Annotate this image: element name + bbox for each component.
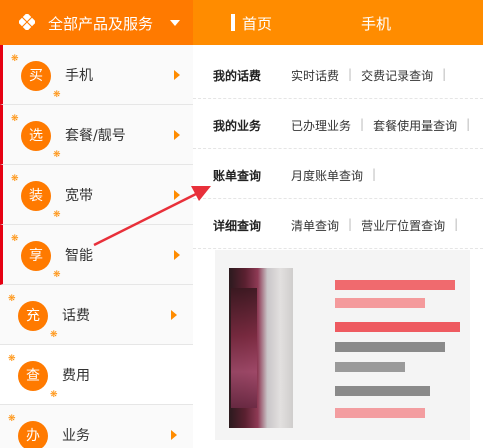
blurred-text-line (335, 362, 405, 372)
link-store-location[interactable]: 营业厅位置查询 (361, 217, 445, 234)
link-call-list[interactable]: 清单查询 (291, 217, 339, 234)
flower-decoration-icon: ❋ (11, 174, 19, 184)
row-title[interactable]: 账单查询 (213, 167, 261, 184)
sidebar-item-plans[interactable]: ❋ ❋ 选 套餐/靓号 (0, 105, 193, 165)
row-links: 已办理业务 | 套餐使用量查询 | (291, 117, 479, 134)
blurred-text-line (335, 386, 430, 396)
nav-divider (231, 14, 235, 31)
row-links: 实时话费 | 交费记录查询 | (291, 67, 455, 84)
link-separator: | (372, 167, 377, 181)
sidebar-item-label: 智能 (65, 248, 93, 264)
sidebar-item-label: 宽带 (65, 188, 93, 204)
sidebar-item-label: 业务 (62, 428, 90, 444)
row-title[interactable]: 我的话费 (213, 67, 261, 84)
flower-decoration-icon: ❋ (11, 114, 19, 124)
flower-decoration-icon: ❋ (53, 210, 61, 220)
chevron-down-icon (170, 20, 180, 26)
link-monthly-bill[interactable]: 月度账单查询 (291, 167, 363, 184)
all-products-label: 全部产品及服务 (48, 15, 154, 33)
row-links: 月度账单查询 | (291, 167, 385, 184)
nav-home-link[interactable]: 首页 (242, 13, 272, 34)
flower-decoration-icon: ❋ (11, 234, 19, 244)
service-row-my-business: 我的业务 已办理业务 | 套餐使用量查询 | (193, 99, 483, 149)
link-active-services[interactable]: 已办理业务 (291, 117, 351, 134)
chevron-right-icon (174, 250, 180, 260)
sidebar-item-label: 手机 (65, 68, 93, 84)
chevron-right-icon (174, 130, 180, 140)
flower-decoration-icon: ❋ (50, 390, 58, 400)
flower-decoration-icon: ❋ (50, 330, 58, 340)
blurred-text-line (335, 298, 425, 308)
flower-decoration-icon: ❋ (53, 90, 61, 100)
blurred-text-line (335, 280, 455, 290)
sidebar-badge: 办 (18, 421, 48, 448)
sidebar-badge: 选 (21, 121, 51, 151)
sidebar-badge: 查 (18, 361, 48, 391)
chevron-right-icon (174, 190, 180, 200)
sidebar-item-business[interactable]: ❋ ❋ 办 业务 (0, 405, 193, 448)
service-row-my-fees: 我的话费 实时话费 | 交费记录查询 | (193, 49, 483, 99)
diamond-logo-icon (19, 14, 35, 30)
phone-product-image (229, 268, 293, 428)
all-products-menu-button[interactable]: 全部产品及服务 (0, 0, 193, 45)
link-payment-records[interactable]: 交费记录查询 (361, 67, 433, 84)
chevron-right-icon (174, 70, 180, 80)
link-plan-usage[interactable]: 套餐使用量查询 (373, 117, 457, 134)
top-nav-bar: 全部产品及服务 首页 手机 (0, 0, 483, 45)
flower-decoration-icon: ❋ (11, 54, 19, 64)
sidebar-item-smart[interactable]: ❋ ❋ 享 智能 (0, 225, 193, 285)
flower-decoration-icon: ❋ (53, 270, 61, 280)
sidebar-item-buy-phone[interactable]: ❋ ❋ 买 手机 (0, 45, 193, 105)
sidebar-item-label: 费用 (62, 368, 90, 384)
sidebar-badge: 装 (21, 181, 51, 211)
row-links: 清单查询 | 营业厅位置查询 | (291, 217, 467, 234)
link-separator: | (466, 117, 471, 131)
flower-decoration-icon: ❋ (53, 150, 61, 160)
sidebar-item-broadband[interactable]: ❋ ❋ 装 宽带 (0, 165, 193, 225)
sidebar-badge: 买 (21, 61, 51, 91)
blurred-text-line (335, 408, 425, 418)
chevron-right-icon (171, 310, 177, 320)
link-separator: | (454, 217, 459, 231)
flower-decoration-icon: ❋ (8, 294, 16, 304)
row-title[interactable]: 详细查询 (213, 217, 261, 234)
service-row-bill-query: 账单查询 月度账单查询 | (193, 149, 483, 199)
category-sidebar: ❋ ❋ 买 手机 ❋ ❋ 选 套餐/靓号 ❋ ❋ 装 宽带 ❋ ❋ 享 智能 ❋… (0, 45, 193, 448)
blurred-text-line (335, 342, 445, 352)
sidebar-item-label: 套餐/靓号 (65, 128, 126, 144)
blurred-text-line (335, 322, 460, 332)
flower-decoration-icon: ❋ (8, 414, 16, 424)
promo-banner-image[interactable] (215, 250, 470, 440)
flower-decoration-icon: ❋ (8, 354, 16, 364)
link-realtime-fees[interactable]: 实时话费 (291, 67, 339, 84)
sidebar-badge: 享 (21, 241, 51, 271)
link-separator: | (348, 67, 353, 81)
service-row-detail-query: 详细查询 清单查询 | 营业厅位置查询 | (193, 199, 483, 249)
sidebar-item-label: 话费 (62, 308, 90, 324)
nav-phone-link[interactable]: 手机 (361, 13, 391, 34)
sidebar-badge: 充 (18, 301, 48, 331)
sidebar-item-recharge[interactable]: ❋ ❋ 充 话费 (0, 285, 193, 345)
link-separator: | (442, 67, 447, 81)
chevron-right-icon (171, 430, 177, 440)
row-title[interactable]: 我的业务 (213, 117, 261, 134)
link-separator: | (360, 117, 365, 131)
sidebar-item-fees[interactable]: ❋ ❋ 查 费用 (0, 345, 193, 405)
link-separator: | (348, 217, 353, 231)
